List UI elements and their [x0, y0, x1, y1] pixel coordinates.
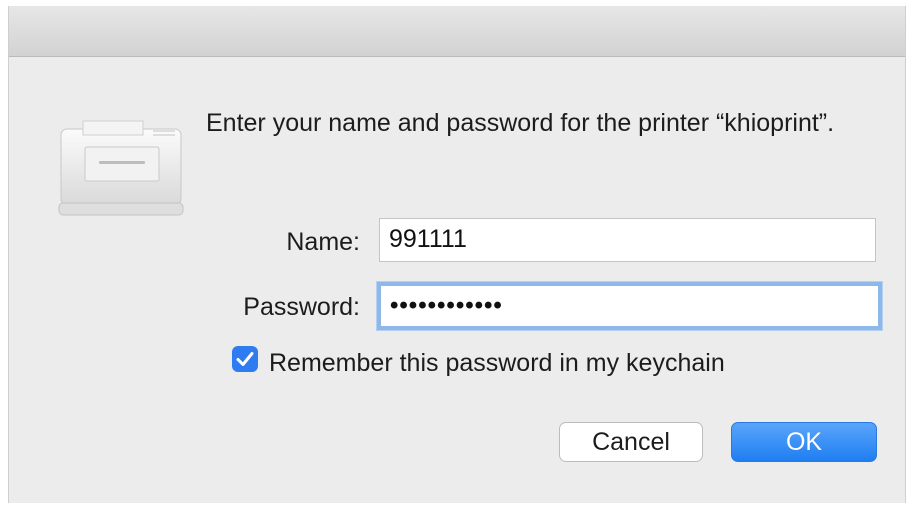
- remember-checkbox[interactable]: [232, 346, 258, 372]
- password-label: Password:: [243, 293, 360, 321]
- prompt-message: Enter your name and password for the pri…: [206, 109, 835, 137]
- name-field[interactable]: 991111: [379, 218, 876, 262]
- remember-label[interactable]: Remember this password in my keychain: [269, 349, 725, 378]
- name-label: Name:: [286, 228, 360, 256]
- password-field[interactable]: ••••••••••••: [377, 282, 882, 330]
- printer-auth-dialog: Enter your name and password for the pri…: [8, 6, 906, 503]
- checkmark-icon: [236, 352, 254, 366]
- password-mask: ••••••••••••: [390, 292, 503, 319]
- printer-icon: [55, 115, 187, 219]
- ok-button[interactable]: OK: [731, 422, 877, 462]
- title-bar[interactable]: [9, 6, 905, 57]
- cancel-button[interactable]: Cancel: [559, 422, 703, 462]
